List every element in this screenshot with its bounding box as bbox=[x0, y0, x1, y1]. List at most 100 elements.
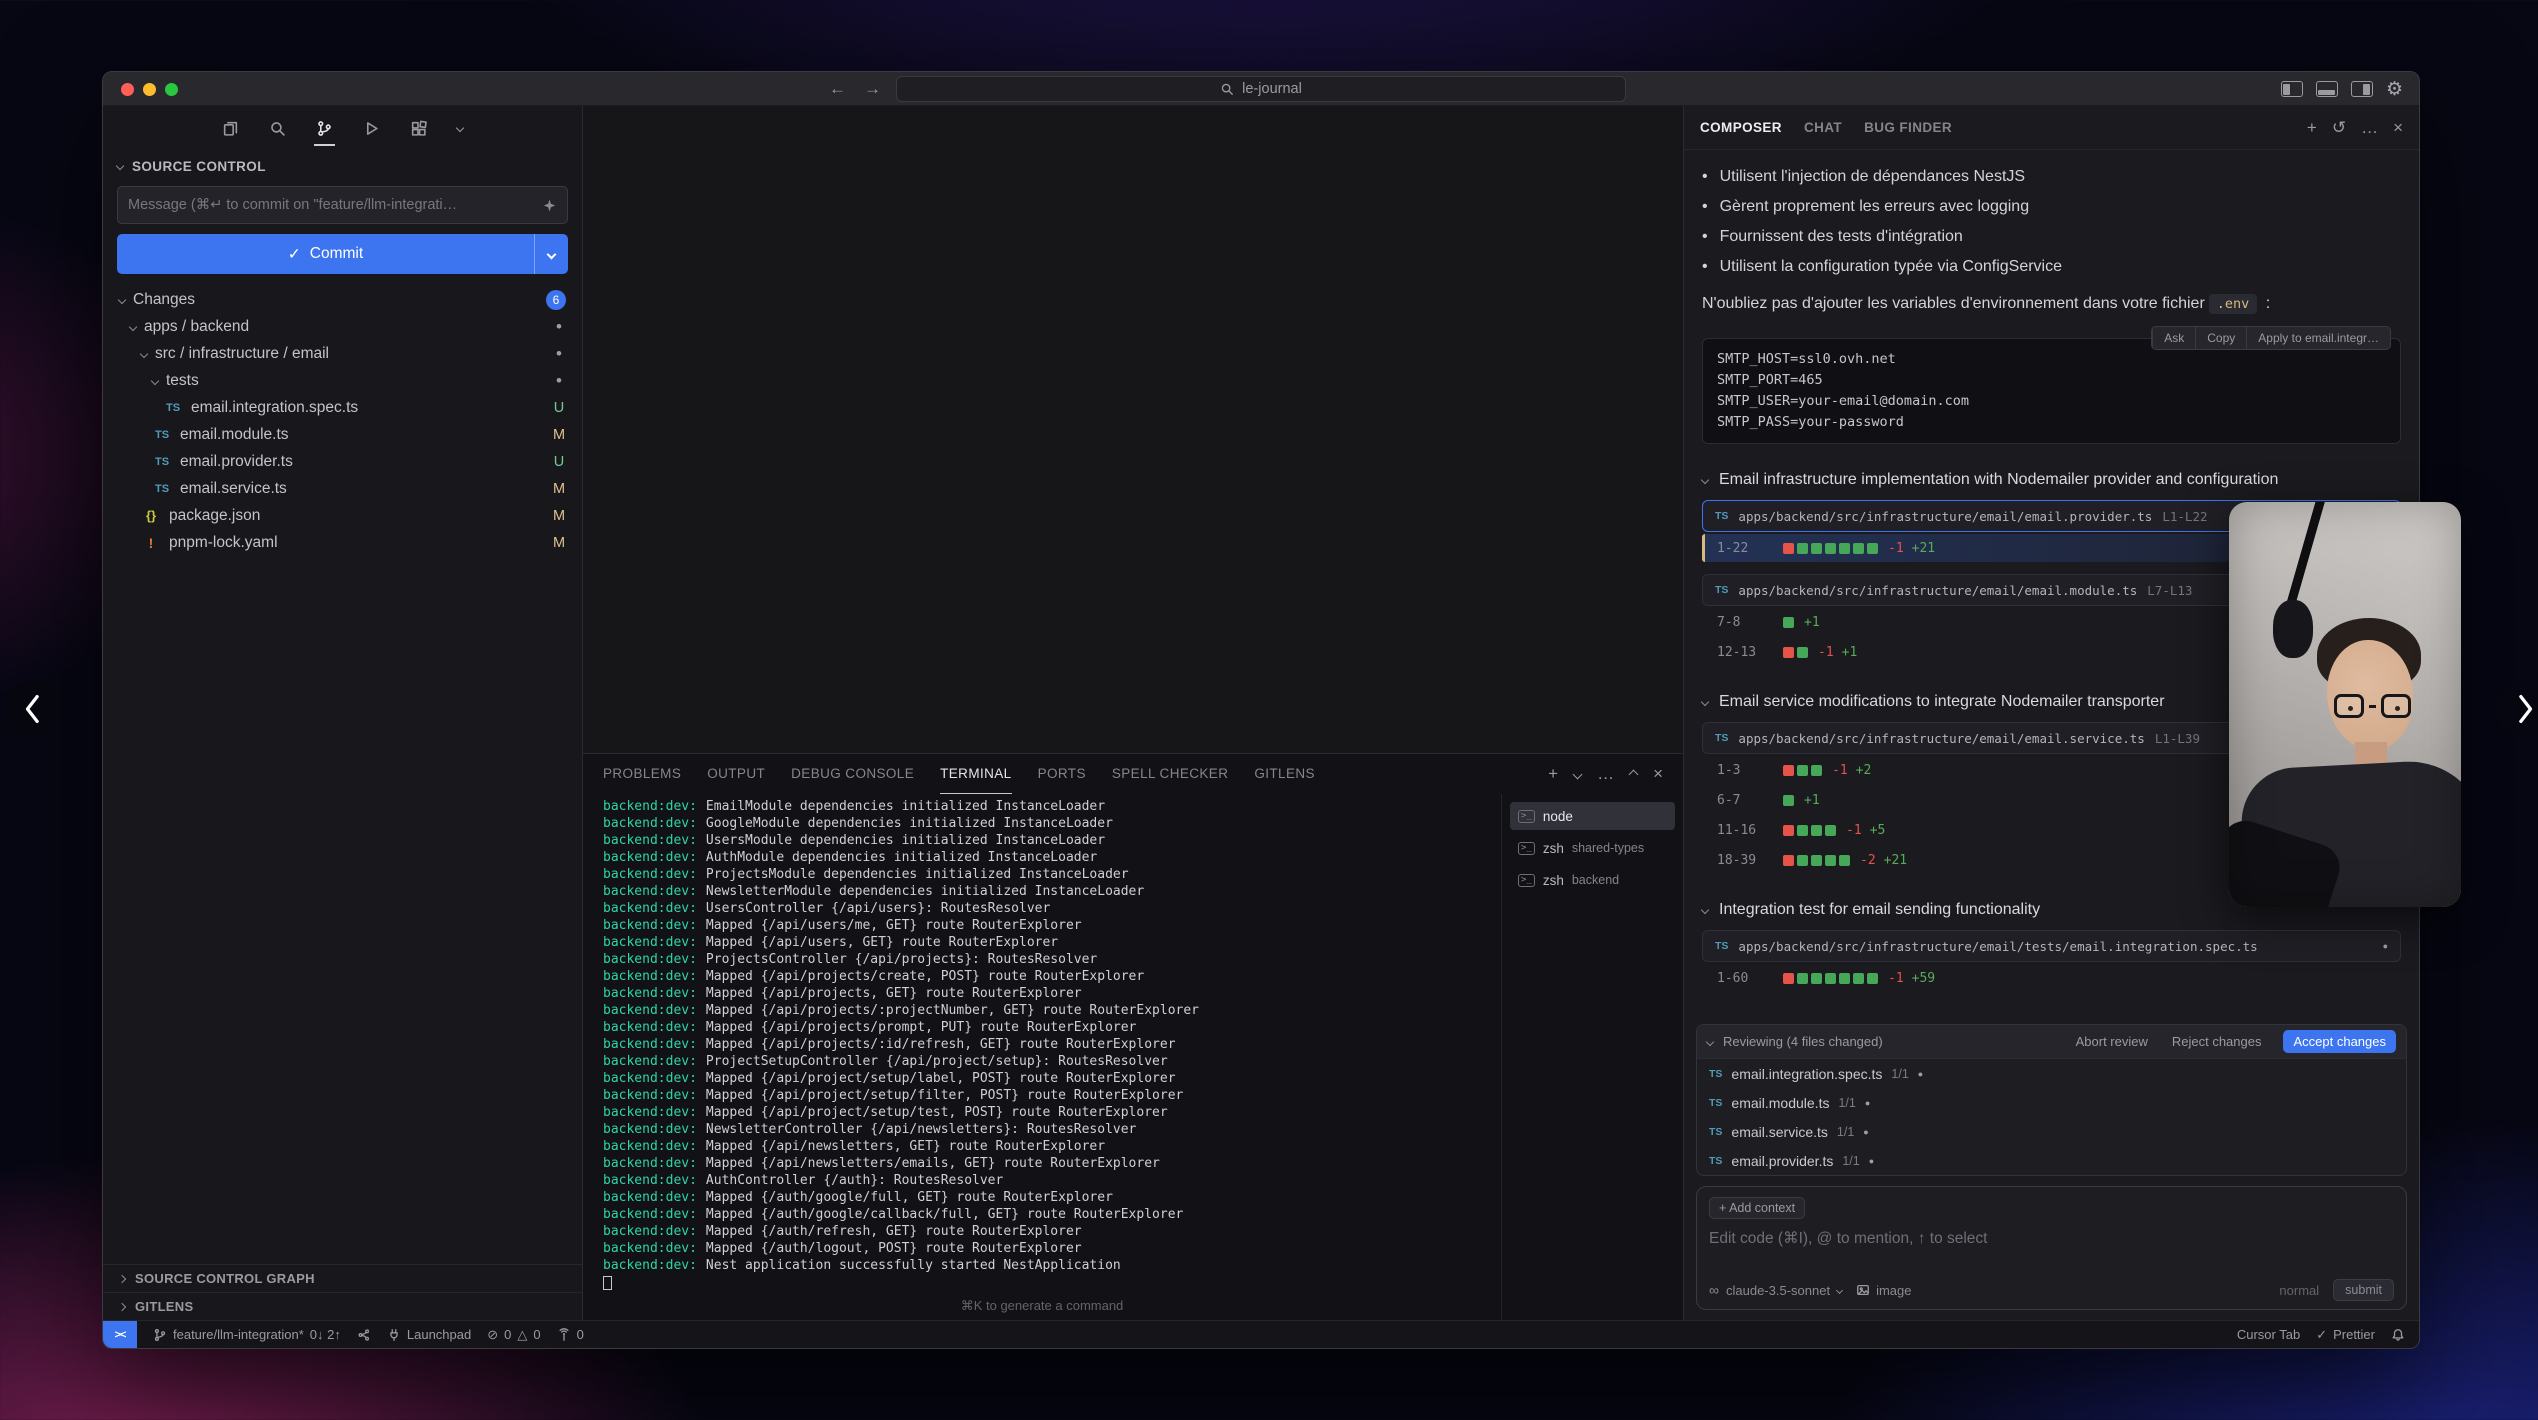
review-file-row[interactable]: TS email.module.ts 1/1 ● bbox=[1697, 1088, 2406, 1117]
tree-row[interactable]: TS email.provider.ts U bbox=[103, 448, 582, 475]
workspace-search-bar[interactable]: le-journal bbox=[896, 76, 1626, 102]
ports-indicator[interactable]: 0 bbox=[557, 1327, 584, 1342]
code-action-button[interactable]: Ask bbox=[2152, 327, 2195, 349]
panel-tab[interactable]: GITLENS bbox=[1254, 754, 1315, 794]
code-action-button[interactable]: Apply to email.integr… bbox=[2246, 327, 2390, 349]
more-views-icon[interactable] bbox=[455, 112, 465, 146]
source-control-graph-section[interactable]: SOURCE CONTROL GRAPH bbox=[103, 1264, 582, 1292]
attach-image-button[interactable]: image bbox=[1856, 1283, 1911, 1298]
terminal-output[interactable]: backend:dev:EmailModule dependencies ini… bbox=[583, 794, 1501, 1320]
panel-tab[interactable]: OUTPUT bbox=[707, 754, 765, 794]
carousel-prev-button[interactable] bbox=[4, 680, 62, 738]
abort-review-button[interactable]: Abort review bbox=[2076, 1034, 2148, 1049]
review-header: Reviewing (4 files changed) Abort review… bbox=[1697, 1025, 2406, 1059]
prettier-indicator[interactable]: ✓ Prettier bbox=[2316, 1327, 2375, 1343]
file-pill[interactable]: TS apps/backend/src/infrastructure/email… bbox=[1702, 930, 2401, 962]
search-icon bbox=[1220, 82, 1234, 96]
extensions-icon[interactable] bbox=[408, 112, 429, 146]
review-file-row[interactable]: TS email.integration.spec.ts 1/1 ● bbox=[1697, 1059, 2406, 1088]
remote-indicator[interactable]: >< bbox=[103, 1321, 137, 1348]
gear-icon[interactable]: ⚙ bbox=[2386, 80, 2403, 99]
explorer-icon[interactable] bbox=[220, 112, 241, 146]
source-control-section-header[interactable]: SOURCE CONTROL bbox=[103, 152, 582, 180]
tree-row[interactable]: Changes 6 bbox=[103, 286, 582, 313]
notifications-bell-icon[interactable] bbox=[2391, 1328, 2405, 1342]
model-selector[interactable]: ∞ claude-3.5-sonnet bbox=[1709, 1282, 1842, 1298]
tree-row[interactable]: TS email.service.ts M bbox=[103, 475, 582, 502]
reject-changes-button[interactable]: Reject changes bbox=[2172, 1034, 2262, 1049]
review-title: Reviewing (4 files changed) bbox=[1723, 1034, 1883, 1049]
chevron-right-icon bbox=[118, 1274, 126, 1282]
commit-button[interactable]: ✓ Commit bbox=[117, 234, 534, 274]
source-control-view-icon[interactable] bbox=[314, 112, 335, 146]
section-header[interactable]: Email infrastructure implementation with… bbox=[1702, 466, 2401, 494]
terminal-profile-chevron-icon[interactable] bbox=[1573, 769, 1583, 779]
minimize-window-button[interactable] bbox=[143, 83, 156, 96]
panel-tab[interactable]: DEBUG CONSOLE bbox=[791, 754, 914, 794]
panel-tab[interactable]: PORTS bbox=[1038, 754, 1086, 794]
tree-row[interactable]: TS email.module.ts M bbox=[103, 421, 582, 448]
submit-button[interactable]: submit bbox=[2333, 1279, 2394, 1301]
tree-row[interactable]: tests • bbox=[103, 367, 582, 394]
tree-row[interactable]: {} package.json M bbox=[103, 502, 582, 529]
diff-row[interactable]: 1-60 -1 +59 bbox=[1702, 964, 2401, 992]
generate-commit-message-icon[interactable] bbox=[542, 198, 557, 213]
launchpad-button[interactable]: Launchpad bbox=[387, 1327, 471, 1342]
tree-row[interactable]: TS email.integration.spec.ts U bbox=[103, 394, 582, 421]
list-item: • Fournissent des tests d'intégration bbox=[1702, 222, 2401, 252]
branch-indicator[interactable]: feature/llm-integration* 0↓ 2↑ bbox=[153, 1327, 341, 1342]
panel-tab[interactable]: TERMINAL bbox=[940, 754, 1011, 794]
accept-changes-button[interactable]: Accept changes bbox=[2283, 1030, 2396, 1053]
search-view-icon[interactable] bbox=[267, 112, 288, 146]
terminal-line-prefix: backend:dev: bbox=[603, 1156, 697, 1171]
terminal-list-item[interactable]: >_ zsh shared-types bbox=[1510, 834, 1675, 862]
history-forward-button[interactable]: → bbox=[864, 79, 881, 99]
composer-more-actions-icon[interactable]: … bbox=[2361, 118, 2378, 138]
toggle-left-sidebar-icon[interactable] bbox=[2281, 81, 2303, 97]
close-panel-icon[interactable]: × bbox=[1653, 764, 1663, 784]
cursor-tab-toggle[interactable]: Cursor Tab bbox=[2237, 1327, 2300, 1342]
gitlens-section[interactable]: GITLENS bbox=[103, 1292, 582, 1320]
tree-item-label: src / infrastructure / email bbox=[155, 345, 329, 363]
history-back-button[interactable]: ← bbox=[829, 79, 846, 99]
new-composer-icon[interactable]: + bbox=[2307, 118, 2317, 138]
code-action-button[interactable]: Copy bbox=[2195, 327, 2246, 349]
editor-area[interactable] bbox=[583, 106, 1683, 753]
terminal-list-item[interactable]: >_ zsh backend bbox=[1510, 866, 1675, 894]
close-window-button[interactable] bbox=[121, 83, 134, 96]
commit-message-input[interactable]: Message (⌘↵ to commit on "feature/llm-in… bbox=[117, 186, 568, 224]
panel-more-actions-icon[interactable]: … bbox=[1597, 764, 1614, 784]
review-file-row[interactable]: TS email.provider.ts 1/1 ● bbox=[1697, 1146, 2406, 1175]
terminal-list-item[interactable]: >_ node bbox=[1510, 802, 1675, 830]
tree-row[interactable]: ! pnpm-lock.yaml M bbox=[103, 529, 582, 556]
review-file-row[interactable]: TS email.service.ts 1/1 ● bbox=[1697, 1117, 2406, 1146]
carousel-next-button[interactable] bbox=[2496, 680, 2538, 738]
add-context-button[interactable]: + Add context bbox=[1709, 1197, 1805, 1219]
panel-tab[interactable]: SPELL CHECKER bbox=[1112, 754, 1229, 794]
tree-row[interactable]: apps / backend • bbox=[103, 313, 582, 340]
code-line: SMTP_PASS=your-password bbox=[1717, 412, 2386, 433]
close-composer-icon[interactable]: × bbox=[2393, 118, 2403, 138]
new-terminal-icon[interactable]: + bbox=[1548, 764, 1558, 784]
expand-chevron-icon bbox=[151, 376, 159, 384]
toggle-right-sidebar-icon[interactable] bbox=[2351, 81, 2373, 97]
modified-dot-icon: ● bbox=[1863, 1127, 1868, 1137]
terminal-line: backend:dev:Mapped {/api/users/me, GET} … bbox=[603, 917, 1501, 934]
composer-tab[interactable]: BUG FINDER bbox=[1864, 120, 1952, 135]
source-control-graph-button[interactable] bbox=[357, 1328, 371, 1342]
panel-tab[interactable]: PROBLEMS bbox=[603, 754, 681, 794]
composer-tab[interactable]: CHAT bbox=[1804, 120, 1842, 135]
toggle-panel-icon[interactable] bbox=[2316, 81, 2338, 97]
maximize-panel-icon[interactable] bbox=[1629, 769, 1639, 779]
composer-input-placeholder[interactable]: Edit code (⌘I), @ to mention, ↑ to selec… bbox=[1709, 1229, 2394, 1269]
history-icon[interactable]: ↺ bbox=[2332, 118, 2346, 138]
problems-indicator[interactable]: ⊘ 0 △ 0 bbox=[487, 1327, 540, 1343]
terminal-line: backend:dev:Mapped {/auth/refresh, GET} … bbox=[603, 1223, 1501, 1240]
composer-tab[interactable]: COMPOSER bbox=[1700, 120, 1782, 135]
commit-dropdown-button[interactable] bbox=[534, 234, 568, 274]
tree-row[interactable]: src / infrastructure / email • bbox=[103, 340, 582, 367]
sidebar-bottom-sections: SOURCE CONTROL GRAPH GITLENS bbox=[103, 1264, 582, 1320]
run-debug-icon[interactable] bbox=[361, 112, 382, 146]
composer-input-box[interactable]: + Add context Edit code (⌘I), @ to menti… bbox=[1696, 1186, 2407, 1310]
maximize-window-button[interactable] bbox=[165, 83, 178, 96]
